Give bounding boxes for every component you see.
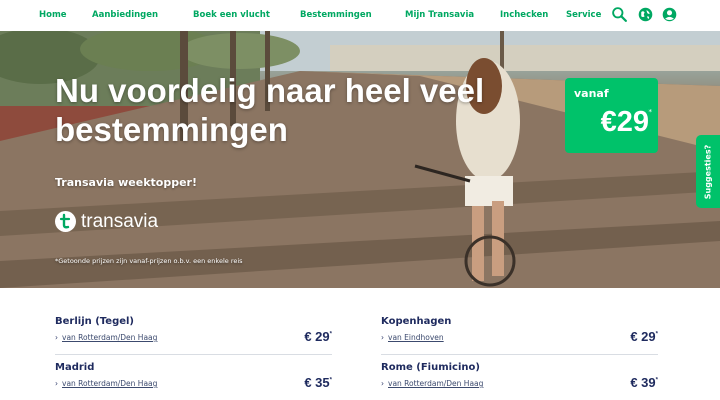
deal-destination: Berlijn (Tegel) [55,316,135,327]
transavia-logo-mark [55,211,76,232]
chevron-right-icon: › [381,379,384,388]
deal-item[interactable]: Rome (Fiumicino) › van Rotterdam/Den Haag… [381,334,658,390]
price-badge[interactable]: vanaf €29 * [565,78,658,153]
deal-item[interactable]: Kopenhagen › van Eindhoven € 29* [381,288,658,355]
nav-mijn-transavia[interactable]: Mijn Transavia [405,10,474,20]
hero-title: Nu voordelig naar heel veel bestemmingen [55,72,485,148]
nav-service[interactable]: Service [566,10,601,20]
nav-inchecken[interactable]: Inchecken [500,10,548,20]
logo-t-icon [59,213,71,229]
deal-destination: Madrid [55,362,95,373]
deal-item[interactable]: Berlijn (Tegel) › van Rotterdam/Den Haag … [55,288,332,355]
deal-origin-link[interactable]: › van Rotterdam/Den Haag [55,379,157,388]
hero-photo [0,31,720,288]
nav-home[interactable]: Home [39,10,67,20]
suggestions-label: Suggesties? [703,144,713,199]
transavia-logo: transavia [55,211,215,235]
hero-banner: Nu voordelig naar heel veel bestemmingen… [0,31,720,288]
badge-from-label: vanaf [574,87,609,100]
hero-subtitle: Transavia weektopper! [55,176,198,189]
chevron-right-icon: › [55,379,58,388]
nav-aanbiedingen[interactable]: Aanbiedingen [92,10,158,20]
deal-item[interactable]: Madrid › van Rotterdam/Den Haag € 35* [55,334,332,390]
nav-bestemmingen[interactable]: Bestemmingen [300,10,372,20]
deal-price: € 35* [304,375,332,390]
badge-price: €29 [600,106,649,138]
suggestions-tab[interactable]: Suggesties? [696,135,720,208]
deal-origin-link[interactable]: › van Rotterdam/Den Haag [381,379,483,388]
badge-asterisk: * [648,108,653,116]
globe-icon[interactable] [637,6,654,23]
deal-destination: Kopenhagen [381,316,452,327]
nav-boek-een-vlucht[interactable]: Boek een vlucht [193,10,270,20]
deal-price: € 39* [630,375,658,390]
search-icon[interactable] [611,6,628,23]
top-navigation: Home Aanbiedingen Boek een vlucht Bestem… [0,0,720,31]
price-disclaimer: *Getoonde prijzen zijn vanaf-prijzen o.b… [55,257,243,265]
deal-destination: Rome (Fiumicino) [381,362,480,373]
account-icon[interactable] [661,6,678,23]
transavia-logo-text: transavia [81,211,159,232]
deals-list: Berlijn (Tegel) › van Rotterdam/Den Haag … [0,288,720,400]
